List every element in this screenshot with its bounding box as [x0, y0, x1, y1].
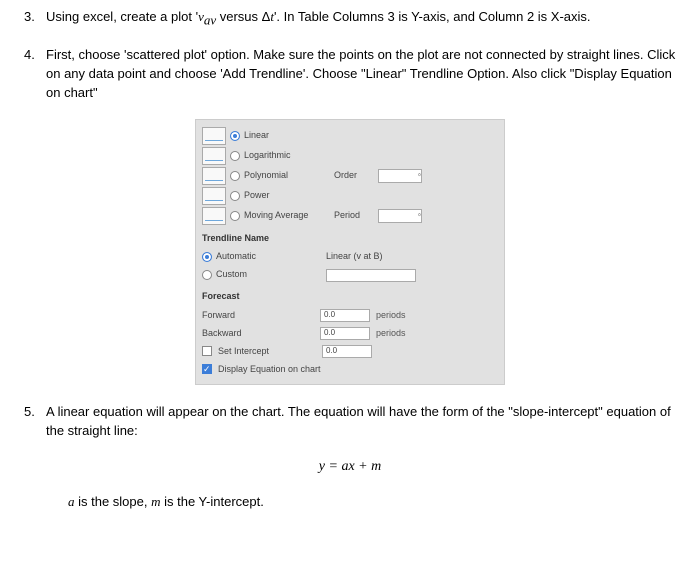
forecast-backward-row: Backward 0.0 periods	[202, 324, 496, 342]
radio-linear[interactable]	[230, 131, 240, 141]
slope-intercept-remark: a is the slope, m is the Y-intercept.	[68, 493, 676, 512]
period-label: Period	[334, 209, 378, 222]
instruction-3: 3. Using excel, create a plot 'vav versu…	[24, 8, 676, 30]
radio-label: Linear	[244, 129, 334, 142]
intercept-input[interactable]: 0.0	[322, 345, 372, 358]
display-equation-row[interactable]: Display Equation on chart	[202, 360, 496, 378]
instruction-4: 4. First, choose 'scattered plot' option…	[24, 46, 676, 103]
trendline-type-logarithmic[interactable]: Logarithmic	[202, 146, 496, 166]
equation: y = ax + m	[24, 457, 676, 477]
trendline-type-power[interactable]: Power	[202, 186, 496, 206]
trendline-name-automatic[interactable]: Automatic Linear (v at B)	[202, 248, 496, 266]
trendline-type-linear[interactable]: Linear	[202, 126, 496, 146]
radio-poly[interactable]	[230, 171, 240, 181]
period-stepper[interactable]	[378, 209, 422, 223]
forward-unit: periods	[376, 309, 406, 322]
forecast-heading: Forecast	[202, 290, 496, 303]
trendline-name-custom[interactable]: Custom	[202, 266, 496, 284]
forward-input[interactable]: 0.0	[320, 309, 370, 322]
radio-label: Moving Average	[244, 209, 334, 222]
trendline-options-panel: Linear Logarithmic Polynomial Order Powe…	[195, 119, 505, 385]
trendline-type-polynomial[interactable]: Polynomial Order	[202, 166, 496, 186]
display-equation-label: Display Equation on chart	[218, 363, 321, 376]
poly-trend-icon	[202, 167, 226, 185]
radio-label: Polynomial	[244, 169, 334, 182]
radio-auto-name[interactable]	[202, 252, 212, 262]
item-number: 5.	[24, 403, 46, 441]
radio-label: Logarithmic	[244, 149, 334, 162]
movavg-trend-icon	[202, 207, 226, 225]
radio-custom-name[interactable]	[202, 270, 212, 280]
set-intercept-row[interactable]: Set Intercept 0.0	[202, 342, 496, 360]
instruction-5: 5. A linear equation will appear on the …	[24, 403, 676, 441]
radio-log[interactable]	[230, 151, 240, 161]
radio-movavg[interactable]	[230, 211, 240, 221]
custom-label: Custom	[216, 268, 326, 281]
display-equation-checkbox[interactable]	[202, 364, 212, 374]
log-trend-icon	[202, 147, 226, 165]
backward-label: Backward	[202, 327, 320, 340]
custom-name-input[interactable]	[326, 269, 416, 282]
radio-power[interactable]	[230, 191, 240, 201]
linear-trend-icon	[202, 127, 226, 145]
set-intercept-checkbox[interactable]	[202, 346, 212, 356]
backward-input[interactable]: 0.0	[320, 327, 370, 340]
order-stepper[interactable]	[378, 169, 422, 183]
forward-label: Forward	[202, 309, 320, 322]
auto-label: Automatic	[216, 250, 326, 263]
auto-value: Linear (v at B)	[326, 250, 383, 263]
item-number: 3.	[24, 8, 46, 30]
backward-unit: periods	[376, 327, 406, 340]
trendline-name-heading: Trendline Name	[202, 232, 496, 245]
trendline-type-movingavg[interactable]: Moving Average Period	[202, 206, 496, 226]
item-text: Using excel, create a plot 'vav versus Δ…	[46, 8, 676, 30]
forecast-forward-row: Forward 0.0 periods	[202, 306, 496, 324]
set-intercept-label: Set Intercept	[218, 345, 322, 358]
item-text: A linear equation will appear on the cha…	[46, 403, 676, 441]
instruction-list-2: 5. A linear equation will appear on the …	[24, 403, 676, 441]
power-trend-icon	[202, 187, 226, 205]
item-number: 4.	[24, 46, 46, 103]
instruction-list: 3. Using excel, create a plot 'vav versu…	[24, 8, 676, 103]
radio-label: Power	[244, 189, 334, 202]
order-label: Order	[334, 169, 378, 182]
item-text: First, choose 'scattered plot' option. M…	[46, 46, 676, 103]
